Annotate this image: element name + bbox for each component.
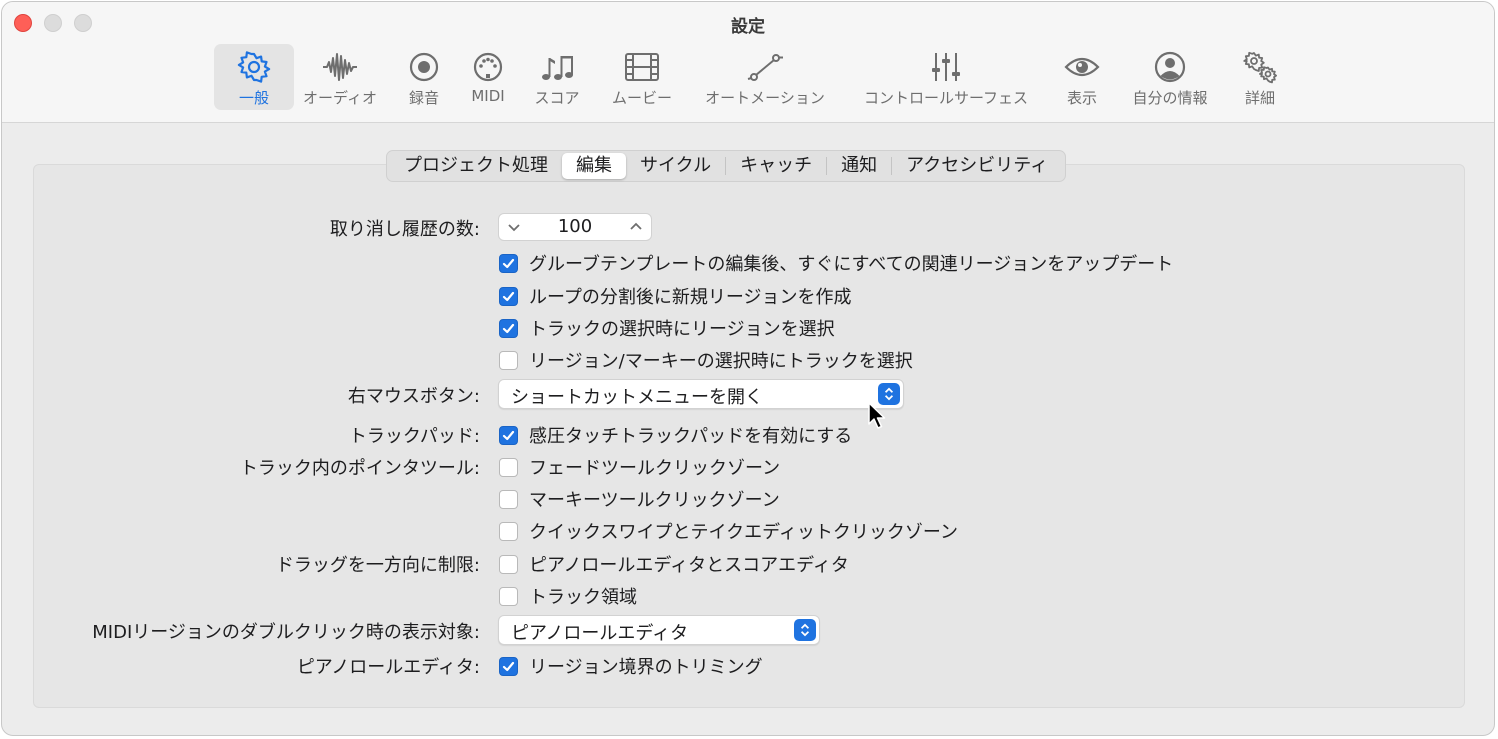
- checkbox-label: クイックスワイプとテイクエディットクリックゾーン: [529, 522, 958, 543]
- toolbar-label: スコア: [534, 89, 580, 107]
- toolbar-control-surfaces[interactable]: コントロールサーフェス: [848, 44, 1044, 110]
- undo-history-stepper[interactable]: 100: [498, 213, 652, 241]
- window-title: 設定: [731, 17, 765, 37]
- checkmark-icon: [502, 430, 515, 440]
- checkmark-icon: [502, 661, 515, 671]
- marquee-tool-option[interactable]: マーキーツールクリックゾーン: [499, 486, 780, 512]
- title-bar: 設定 一般 オーディオ 録音 MIDI スコア ムービー オートメーション コン…: [2, 2, 1494, 123]
- checkbox[interactable]: [499, 554, 518, 574]
- tab-bar: プロジェクト処理 編集 サイクル キャッチ 通知 アクセシビリティ: [386, 150, 1067, 182]
- checkmark-icon: [502, 258, 515, 268]
- checkbox[interactable]: [499, 350, 518, 370]
- toolbar-label: 自分の情報: [1132, 89, 1208, 107]
- toolbar-label: 録音: [408, 89, 439, 107]
- film-icon: [625, 53, 659, 81]
- tab-project-handling[interactable]: プロジェクト処理: [390, 153, 562, 179]
- midi-double-click-popup[interactable]: ピアノロールエディタ: [498, 615, 820, 645]
- toolbar-label: 一般: [238, 89, 269, 107]
- checkbox[interactable]: [499, 318, 518, 338]
- record-icon: [409, 52, 439, 82]
- midi-port-icon: [473, 52, 503, 82]
- eye-icon: [1064, 57, 1100, 77]
- checkbox[interactable]: [499, 586, 518, 606]
- gear-icon: [237, 51, 271, 83]
- popup-value: ショートカットメニューを開く: [511, 387, 763, 408]
- region-trim-option[interactable]: リージョン境界のトリミング: [499, 653, 763, 679]
- checkbox[interactable]: [499, 286, 518, 306]
- toolbar-label: 表示: [1066, 89, 1097, 107]
- checkbox-label: フェードツールクリックゾーン: [529, 458, 781, 479]
- pointer-tool-label: トラック内のポインタツール:: [239, 458, 480, 479]
- checkbox-label: ピアノロールエディタとスコアエディタ: [529, 555, 849, 576]
- checkmark-icon: [502, 323, 515, 333]
- undo-history-label: 取り消し履歴の数:: [329, 219, 480, 240]
- checkbox[interactable]: [499, 656, 518, 676]
- select-track-on-region-option[interactable]: リージョン/マーキーの選択時にトラックを選択: [499, 347, 913, 373]
- mouse-pointer-icon: [868, 402, 886, 429]
- checkbox-label: 感圧タッチトラックパッドを有効にする: [529, 426, 853, 447]
- quick-swipe-option[interactable]: クイックスワイプとテイクエディットクリックゾーン: [499, 518, 958, 544]
- checkbox-label: ループの分割後に新規リージョンを作成: [529, 287, 852, 308]
- midi-double-click-label: MIDIリージョンのダブルクリック時の表示対象:: [92, 622, 480, 643]
- select-regions-on-track-option[interactable]: トラックの選択時にリージョンを選択: [499, 315, 835, 341]
- tab-notifications[interactable]: 通知: [827, 153, 891, 179]
- checkbox-label: トラック領域: [529, 587, 637, 608]
- toolbar-advanced[interactable]: 詳細: [1230, 44, 1290, 110]
- checkbox[interactable]: [499, 521, 518, 541]
- toolbar-automation[interactable]: オートメーション: [692, 44, 838, 110]
- right-mouse-label: 右マウスボタン:: [347, 386, 480, 407]
- force-touch-option[interactable]: 感圧タッチトラックパッドを有効にする: [499, 422, 852, 448]
- loop-split-option[interactable]: ループの分割後に新規リージョンを作成: [499, 283, 852, 309]
- toolbar-score[interactable]: スコア: [522, 44, 592, 110]
- toolbar-view[interactable]: 表示: [1054, 44, 1110, 110]
- tab-accessibility[interactable]: アクセシビリティ: [892, 153, 1062, 179]
- toolbar-label: コントロールサーフェス: [863, 89, 1029, 107]
- drag-limit-label: ドラッグを一方向に制限:: [275, 555, 480, 576]
- music-notes-icon: [542, 56, 573, 80]
- automation-curve-icon: [747, 54, 783, 81]
- checkbox-label: トラックの選択時にリージョンを選択: [529, 319, 835, 340]
- checkbox-label: リージョン境界のトリミング: [529, 657, 763, 678]
- toolbar-label: 詳細: [1244, 89, 1275, 107]
- checkbox-label: マーキーツールクリックゾーン: [529, 490, 780, 511]
- person-icon: [1154, 51, 1186, 83]
- groove-template-option[interactable]: グルーブテンプレートの編集後、すぐにすべての関連リージョンをアップデート: [499, 250, 1173, 276]
- popup-value: ピアノロールエディタ: [511, 623, 689, 644]
- toolbar-movie[interactable]: ムービー: [602, 44, 682, 110]
- checkbox-label: リージョン/マーキーの選択時にトラックを選択: [529, 351, 913, 372]
- chevron-up-icon[interactable]: [627, 218, 645, 236]
- gears-icon: [1243, 51, 1277, 84]
- toolbar-audio[interactable]: オーディオ: [296, 44, 384, 110]
- piano-score-option[interactable]: ピアノロールエディタとスコアエディタ: [499, 551, 849, 577]
- toolbar-general[interactable]: 一般: [214, 44, 294, 110]
- settings-window: 設定 一般 オーディオ 録音 MIDI スコア ムービー オートメーション コン…: [1, 1, 1495, 736]
- toolbar-my-info[interactable]: 自分の情報: [1120, 44, 1220, 110]
- checkbox[interactable]: [499, 489, 518, 509]
- checkmark-icon: [502, 291, 515, 301]
- trackpad-label: トラックパッド:: [348, 426, 480, 447]
- waveform-icon: [323, 53, 357, 81]
- toolbar-label: ムービー: [611, 89, 672, 107]
- checkbox[interactable]: [499, 457, 518, 477]
- piano-roll-label: ピアノロールエディタ:: [296, 657, 480, 678]
- checkbox[interactable]: [499, 253, 518, 273]
- right-mouse-popup[interactable]: ショートカットメニューを開く: [498, 379, 904, 409]
- toolbar-record[interactable]: 録音: [386, 44, 462, 110]
- toolbar-label: オートメーション: [705, 89, 825, 107]
- tab-cycle[interactable]: サイクル: [626, 153, 725, 179]
- tab-editing[interactable]: 編集: [562, 153, 626, 179]
- checkbox[interactable]: [499, 425, 518, 445]
- toolbar-label: MIDI: [471, 87, 505, 105]
- checkbox-label: グルーブテンプレートの編集後、すぐにすべての関連リージョンをアップデート: [529, 254, 1174, 275]
- track-area-option[interactable]: トラック領域: [499, 583, 637, 609]
- toolbar-midi[interactable]: MIDI: [462, 44, 514, 110]
- toolbar-label: オーディオ: [303, 89, 377, 107]
- tab-catch[interactable]: キャッチ: [726, 153, 826, 179]
- sliders-icon: [932, 53, 960, 81]
- fade-tool-option[interactable]: フェードツールクリックゾーン: [499, 454, 780, 480]
- updown-arrows-icon: [794, 619, 816, 641]
